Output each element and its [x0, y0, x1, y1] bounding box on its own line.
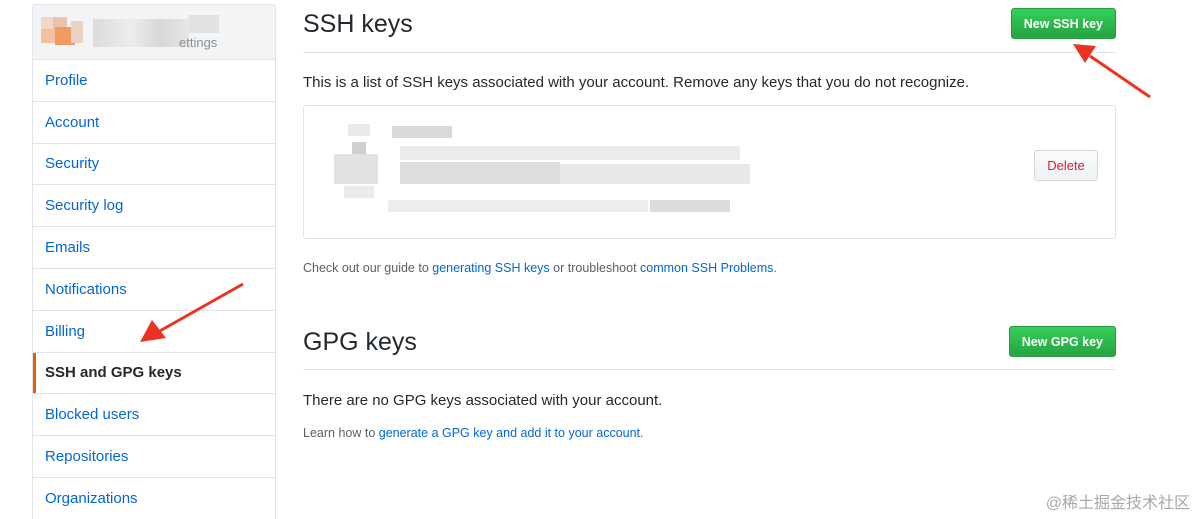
- gpg-learn-suffix: .: [640, 426, 644, 440]
- sidebar-header: ettings: [33, 5, 275, 60]
- sidebar-item-organizations[interactable]: Organizations: [33, 478, 275, 519]
- ssh-key-item: Delete: [303, 105, 1116, 239]
- ssh-guide-middle: or troubleshoot: [549, 261, 641, 275]
- ssh-guide-prefix: Check out our guide to: [303, 261, 433, 275]
- new-gpg-key-button[interactable]: New GPG key: [1008, 326, 1116, 357]
- sidebar-item-notifications[interactable]: Notifications: [33, 269, 275, 311]
- sidebar-item-profile[interactable]: Profile: [33, 60, 275, 102]
- settings-sidebar: ettings Profile Account Security Securit…: [32, 4, 276, 519]
- sidebar-item-emails[interactable]: Emails: [33, 227, 275, 269]
- sidebar-header-label: ettings: [179, 35, 218, 50]
- ssh-keys-description: This is a list of SSH keys associated wi…: [303, 74, 970, 91]
- ssh-keys-title: SSH keys: [303, 10, 413, 38]
- new-ssh-key-button[interactable]: New SSH key: [1010, 8, 1116, 39]
- username-blurred: [93, 19, 189, 47]
- gpg-keys-header: GPG keys New GPG key: [303, 318, 1116, 370]
- sidebar-item-account[interactable]: Account: [33, 102, 275, 144]
- sidebar-item-ssh-gpg-keys[interactable]: SSH and GPG keys: [33, 352, 275, 395]
- gpg-keys-empty-text: There are no GPG keys associated with yo…: [303, 392, 663, 409]
- common-ssh-problems-link[interactable]: common SSH Problems: [640, 261, 773, 275]
- sidebar-item-security-log[interactable]: Security log: [33, 185, 275, 228]
- ssh-keys-header: SSH keys New SSH key: [303, 0, 1116, 53]
- avatar[interactable]: [41, 17, 85, 49]
- sidebar-item-blocked-users[interactable]: Blocked users: [33, 394, 275, 437]
- gpg-learn-prefix: Learn how to: [303, 426, 379, 440]
- gpg-learn-note: Learn how to generate a GPG key and add …: [303, 426, 644, 440]
- ssh-guide-note: Check out our guide to generating SSH ke…: [303, 261, 777, 275]
- username-blurred-extra: [189, 15, 219, 33]
- sidebar-nav: Profile Account Security Security log Em…: [33, 60, 275, 519]
- ssh-guide-suffix: .: [773, 261, 777, 275]
- watermark: @稀土掘金技术社区: [1045, 495, 1190, 512]
- gpg-keys-title: GPG keys: [303, 328, 417, 356]
- generating-ssh-keys-link[interactable]: generating SSH keys: [432, 261, 549, 275]
- generate-gpg-key-link[interactable]: generate a GPG key and add it to your ac…: [379, 426, 640, 440]
- sidebar-item-repositories[interactable]: Repositories: [33, 436, 275, 478]
- sidebar-item-security[interactable]: Security: [33, 144, 275, 186]
- sidebar-item-billing[interactable]: Billing: [33, 311, 275, 353]
- delete-ssh-key-button[interactable]: Delete: [1034, 150, 1098, 181]
